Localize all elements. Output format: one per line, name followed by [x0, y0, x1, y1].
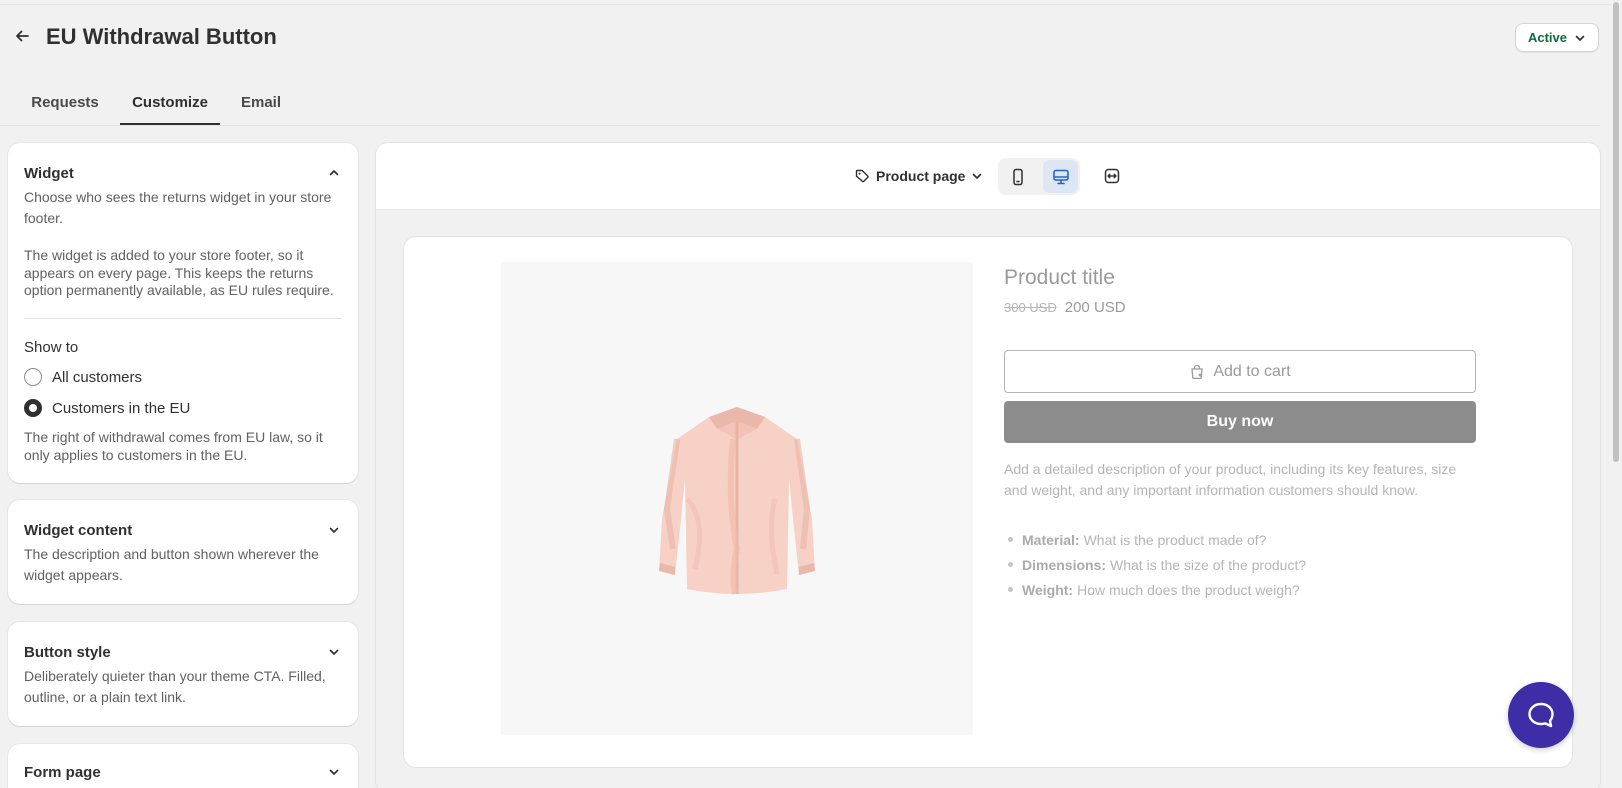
list-item: Material: What is the product made of? — [1004, 527, 1464, 552]
tab-email[interactable]: Email — [230, 80, 292, 125]
tab-bar: Requests Customize Email — [0, 80, 1622, 125]
bullet-label: Material: — [1022, 531, 1080, 548]
radio-customers-eu[interactable]: Customers in the EU — [24, 399, 190, 417]
storefront-preview: Product title 300 USD 200 USD Add to car… — [404, 237, 1572, 767]
radio-all-customers[interactable]: All customers — [24, 368, 142, 386]
cart-add-icon — [1191, 364, 1204, 379]
bullet-text: What is the size of the product? — [1110, 556, 1307, 573]
radio-label: Customers in the EU — [52, 399, 191, 417]
status-label: Active — [1527, 30, 1568, 45]
chevron-down-icon[interactable] — [326, 644, 342, 660]
bullet-label: Weight: — [1022, 581, 1074, 598]
list-item: Weight: How much does the product weigh? — [1004, 577, 1464, 602]
scrollbar-thumb[interactable] — [1613, 2, 1619, 462]
scrollbar[interactable] — [1611, 0, 1622, 788]
form-page-title: Form page — [24, 763, 101, 781]
chat-button[interactable] — [1508, 682, 1574, 748]
form-page-header[interactable]: Form page — [24, 762, 342, 782]
widget-content-title: Widget content — [24, 521, 133, 539]
page-title: EU Withdrawal Button — [46, 24, 277, 49]
add-to-cart-button[interactable]: Add to cart — [1004, 350, 1476, 393]
radio-button-checked[interactable] — [24, 399, 42, 417]
buy-now-button[interactable]: Buy now — [1004, 401, 1476, 443]
radio-label: All customers — [52, 368, 143, 386]
arrow-left-icon — [16, 30, 29, 42]
product-title: Product title — [1004, 266, 1115, 289]
chevron-down-icon[interactable] — [326, 764, 342, 780]
product-bullet-list: Material: What is the product made of? Di… — [1004, 527, 1464, 602]
sale-price: 200 USD — [1064, 299, 1126, 316]
tab-customize[interactable]: Customize — [120, 80, 220, 125]
compare-price: 300 USD — [1004, 300, 1057, 315]
product-image — [501, 262, 973, 735]
bullet-text: How much does the product weigh? — [1077, 581, 1300, 598]
mobile-icon — [1012, 168, 1023, 185]
widget-card-title: Widget — [24, 164, 74, 182]
tabs-divider — [0, 125, 1600, 126]
back-button[interactable] — [12, 26, 32, 46]
preview-toolbar: Product page — [376, 143, 1600, 210]
product-price: 300 USD 200 USD — [1004, 299, 1126, 316]
desktop-icon — [1052, 169, 1069, 184]
button-style-header[interactable]: Button style — [24, 642, 342, 662]
bullet-text: What is the product made of? — [1083, 531, 1267, 548]
widget-card-header[interactable]: Widget — [24, 163, 342, 183]
mobile-view-button[interactable] — [1000, 160, 1035, 193]
fullwidth-view-button[interactable] — [1097, 161, 1127, 191]
widget-card-divider — [24, 318, 342, 319]
fullwidth-icon — [1104, 168, 1120, 184]
widget-content-header[interactable]: Widget content — [24, 520, 342, 540]
page-type-label: Product page — [876, 168, 966, 184]
widget-card-description: Choose who sees the returns widget in yo… — [24, 189, 332, 226]
widget-card-footnote: The right of withdrawal comes from EU la… — [24, 429, 323, 463]
bullet-label: Dimensions: — [1022, 556, 1107, 573]
widget-card: Widget Choose who sees the returns widge… — [8, 143, 358, 483]
chevron-down-icon — [973, 173, 982, 179]
button-style-card: Button style Deliberately quieter than y… — [8, 622, 358, 726]
add-to-cart-label: Add to cart — [1213, 362, 1291, 380]
preview-panel: Product page Product title 300 USD 200 U… — [376, 143, 1600, 788]
chevron-down-icon[interactable] — [326, 522, 342, 538]
list-item: Dimensions: What is the size of the produ… — [1004, 552, 1464, 577]
form-page-card: Form page — [8, 744, 358, 788]
status-select[interactable]: Active — [1515, 23, 1599, 52]
widget-card-note: The widget is added to your store footer… — [24, 247, 334, 298]
page-type-select[interactable]: Product page — [854, 163, 983, 189]
widget-content-description: The description and button shown whereve… — [24, 546, 319, 583]
product-description: Add a detailed description of your produ… — [1004, 461, 1457, 498]
chevron-up-icon[interactable] — [326, 165, 342, 181]
desktop-view-button[interactable] — [1043, 160, 1078, 193]
radio-button[interactable] — [24, 368, 42, 386]
button-style-title: Button style — [24, 643, 111, 661]
device-toggle — [998, 158, 1080, 195]
page-header: EU Withdrawal Button Active — [0, 0, 1622, 78]
tag-icon — [855, 169, 869, 183]
widget-content-card: Widget content The description and butto… — [8, 500, 358, 604]
tab-requests[interactable]: Requests — [20, 80, 110, 125]
button-style-description: Deliberately quieter than your theme CTA… — [24, 668, 326, 705]
show-to-label: Show to — [24, 339, 79, 356]
chat-bubble-icon — [1528, 702, 1554, 728]
shirt-illustration — [659, 406, 815, 595]
chevron-down-icon — [1575, 35, 1585, 41]
